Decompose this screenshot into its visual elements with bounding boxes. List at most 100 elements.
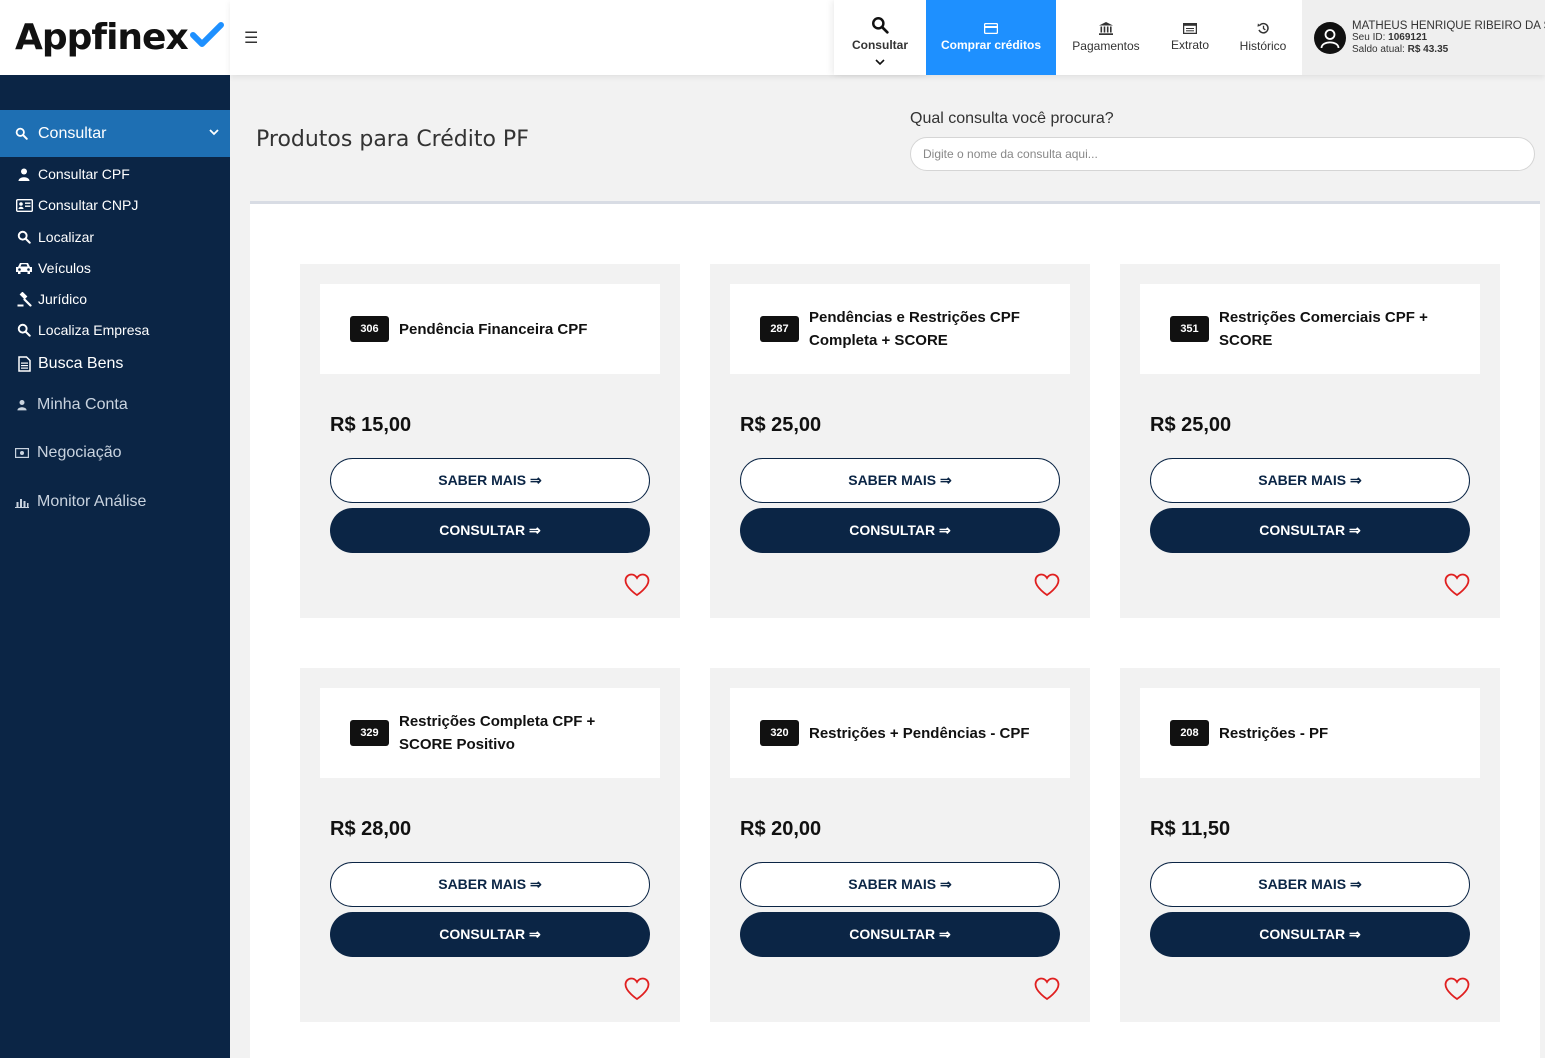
chevron-down-icon (875, 58, 885, 65)
heart-icon[interactable] (624, 977, 650, 1001)
heart-icon[interactable] (1444, 977, 1470, 1001)
learn-more-button[interactable]: SABER MAIS ⇒ (330, 458, 650, 503)
sidebar-item-consultar-cpf[interactable]: Consultar CPF (0, 159, 230, 189)
sidebar-item-label: Consultar CPF (38, 166, 130, 182)
user-icon (18, 168, 30, 181)
learn-more-button[interactable]: SABER MAIS ⇒ (740, 458, 1060, 503)
product-header: 208 Restrições - PF (1140, 688, 1480, 778)
sidebar-item-juridico[interactable]: Jurídico (0, 284, 230, 314)
id-card-icon (15, 198, 33, 212)
search-input[interactable] (910, 137, 1535, 171)
history-icon (1256, 22, 1269, 34)
sidebar-item-localiza-empresa[interactable]: Localiza Empresa (0, 315, 230, 345)
sidebar-item-negociacao[interactable]: Negociação (0, 436, 230, 470)
consult-button[interactable]: CONSULTAR ⇒ (740, 508, 1060, 553)
consult-button[interactable]: CONSULTAR ⇒ (740, 912, 1060, 957)
product-header: 287 Pendências e Restrições CPF Completa… (730, 284, 1070, 374)
search-icon (872, 16, 889, 34)
search-icon (17, 323, 31, 337)
search-icon (15, 127, 28, 140)
topbar-consultar[interactable]: Consultar (834, 0, 926, 75)
product-title: Pendência Financeira CPF (399, 320, 588, 338)
product-code-badge: 329 (350, 720, 389, 746)
learn-more-button[interactable]: SABER MAIS ⇒ (330, 862, 650, 907)
product-header: 329 Restrições Completa CPF + SCORE Posi… (320, 688, 660, 778)
products-panel: 306 Pendência Financeira CPF R$ 15,00 SA… (250, 201, 1540, 1058)
consult-button[interactable]: CONSULTAR ⇒ (330, 508, 650, 553)
topbar-extrato[interactable]: Extrato (1156, 0, 1224, 75)
learn-more-button[interactable]: SABER MAIS ⇒ (1150, 862, 1470, 907)
sidebar-item-label: Negociação (37, 444, 122, 461)
statement-icon (1183, 23, 1197, 34)
sidebar-item-consultar-cnpj[interactable]: Consultar CNPJ (0, 190, 230, 220)
product-card: 329 Restrições Completa CPF + SCORE Posi… (300, 668, 680, 1022)
user-balance-label: Saldo atual: (1352, 43, 1405, 55)
page-title: Produtos para Crédito PF (256, 127, 529, 152)
heart-icon[interactable] (1444, 573, 1470, 597)
sidebar-item-localizar[interactable]: Localizar (0, 222, 230, 252)
logo[interactable]: Appfinex (0, 0, 230, 75)
product-price: R$ 11,50 (1150, 818, 1231, 840)
heart-icon[interactable] (1034, 977, 1060, 1001)
user-icon (17, 400, 27, 411)
search-label: Qual consulta você procura? (910, 110, 1114, 127)
product-code-badge: 306 (350, 316, 389, 342)
sidebar-item-label: Veículos (38, 260, 91, 276)
search-icon (17, 230, 31, 244)
product-price: R$ 25,00 (740, 414, 822, 436)
sidebar-item-label: Localizar (38, 229, 95, 245)
brand-name: Appfinex (15, 17, 189, 58)
product-price: R$ 15,00 (330, 414, 412, 436)
sidebar-item-label: Monitor Análise (37, 493, 147, 510)
sidebar-item-consultar[interactable]: Consultar (0, 110, 230, 157)
buy-credits-label: Comprar créditos (940, 38, 1042, 52)
topbar-pagamentos-label: Pagamentos (1072, 39, 1140, 53)
sidebar-item-label: Busca Bens (38, 355, 124, 372)
product-title: Restrições Completa CPF + SCORE Positivo (399, 713, 596, 753)
menu-toggle-icon[interactable]: ☰ (244, 28, 258, 48)
learn-more-button[interactable]: SABER MAIS ⇒ (1150, 458, 1470, 503)
product-header: 306 Pendência Financeira CPF (320, 284, 660, 374)
top-navbar: ☰ Consultar Comprar créditos Pagamentos … (230, 0, 1545, 75)
topbar-extrato-label: Extrato (1170, 38, 1209, 52)
product-card: 306 Pendência Financeira CPF R$ 15,00 SA… (300, 264, 680, 618)
user-avatar-icon (1320, 28, 1340, 48)
car-icon (16, 262, 32, 274)
sidebar-item-label: Minha Conta (37, 396, 128, 413)
avatar (1314, 21, 1346, 54)
heart-icon[interactable] (624, 573, 650, 597)
product-title: Restrições - PF (1219, 724, 1329, 742)
sidebar-item-veiculos[interactable]: Veículos (0, 253, 230, 283)
product-price: R$ 28,00 (330, 818, 412, 840)
chevron-down-icon[interactable] (208, 126, 220, 138)
consult-button[interactable]: CONSULTAR ⇒ (330, 912, 650, 957)
learn-more-button[interactable]: SABER MAIS ⇒ (740, 862, 1060, 907)
gavel-icon (17, 291, 32, 307)
product-code-badge: 208 (1170, 720, 1209, 746)
product-price: R$ 20,00 (740, 818, 822, 840)
user-balance: R$ 43.35 (1407, 43, 1449, 55)
user-menu[interactable]: MATHEUS HENRIQUE RIBEIRO DA S... Seu ID:… (1302, 0, 1545, 75)
user-id: 1069121 (1388, 31, 1428, 43)
sidebar-item-minha-conta[interactable]: Minha Conta (0, 388, 230, 422)
consult-button[interactable]: CONSULTAR ⇒ (1150, 912, 1470, 957)
user-id-label: Seu ID: (1352, 31, 1386, 43)
user-info: MATHEUS HENRIQUE RIBEIRO DA S... Seu ID:… (1352, 20, 1545, 56)
topbar-historico-label: Histórico (1239, 39, 1287, 53)
product-card: 287 Pendências e Restrições CPF Completa… (710, 264, 1090, 618)
product-title: Pendências e Restrições CPF Completa + S… (809, 309, 1020, 349)
topbar-historico[interactable]: Histórico (1224, 0, 1302, 75)
bar-chart-icon (15, 498, 29, 508)
product-price: R$ 25,00 (1150, 414, 1232, 436)
buy-credits-button[interactable]: Comprar créditos (926, 0, 1056, 75)
document-icon (17, 356, 31, 372)
sidebar-item-monitor-analise[interactable]: Monitor Análise (0, 485, 230, 519)
heart-icon[interactable] (1034, 573, 1060, 597)
sidebar-item-label: Consultar CNPJ (38, 197, 139, 213)
product-card: 320 Restrições + Pendências - CPF R$ 20,… (710, 668, 1090, 1022)
consult-button[interactable]: CONSULTAR ⇒ (1150, 508, 1470, 553)
sidebar: Appfinex Consultar Consultar CPF Consult… (0, 0, 230, 1058)
topbar-consultar-label: Consultar (851, 37, 908, 52)
sidebar-item-busca-bens[interactable]: Busca Bens (0, 349, 230, 379)
topbar-pagamentos[interactable]: Pagamentos (1056, 0, 1156, 75)
